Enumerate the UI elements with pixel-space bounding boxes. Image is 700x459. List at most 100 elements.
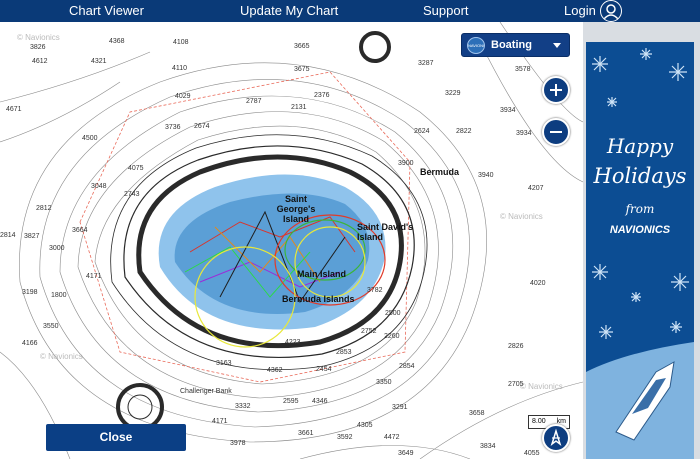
place-label-saint-davids: Saint David's Island: [357, 222, 414, 242]
sounding: 2812: [36, 205, 52, 212]
sounding: 4368: [109, 38, 125, 45]
sounding: 2822: [456, 128, 472, 135]
sounding: 4108: [173, 39, 189, 46]
sounding: 3291: [392, 404, 408, 411]
chart-mode-select[interactable]: NAVIONICS Boating: [461, 33, 570, 57]
place-label-saint-georges: Saint George's Island: [276, 194, 316, 224]
sounding: 1800: [51, 292, 67, 299]
sounding: 4166: [22, 340, 38, 347]
sounding: 3658: [469, 410, 485, 417]
sounding: 4223: [285, 339, 301, 346]
map-watermark: © Navionics: [40, 352, 83, 361]
sounding: 4500: [82, 135, 98, 142]
sounding: 4472: [384, 434, 400, 441]
sounding: 3736: [165, 124, 181, 131]
close-button[interactable]: Close: [46, 424, 186, 451]
map-watermark: © Navionics: [520, 382, 563, 391]
sounding: 3900: [398, 160, 414, 167]
map-watermark: © Navionics: [500, 212, 543, 221]
sounding: 3834: [480, 443, 496, 450]
sounding: 2131: [291, 104, 307, 111]
ad-panel: Happy Holidays from NAVIONICS: [583, 22, 700, 459]
chart-drawing: [0, 22, 583, 459]
sounding: 3675: [294, 66, 310, 73]
sounding: 4207: [528, 185, 544, 192]
place-label-main-island: Main Island: [297, 269, 347, 279]
sounding: 3000: [49, 245, 65, 252]
sounding: 4171: [86, 273, 102, 280]
sounding: 2260: [384, 333, 400, 340]
sounding: 2624: [414, 128, 430, 135]
zoom-in-button[interactable]: [542, 76, 570, 104]
sounding: 3827: [24, 233, 40, 240]
sounding: 3940: [478, 172, 494, 179]
map-watermark: © Navionics: [17, 33, 60, 42]
place-label-challenger-bank: Challenger Bank: [180, 388, 232, 395]
sounding: 3661: [298, 430, 314, 437]
sounding: 3198: [22, 289, 38, 296]
sounding: 3592: [337, 434, 353, 441]
sounding: 4171: [212, 418, 228, 425]
holiday-ad-banner[interactable]: Happy Holidays from NAVIONICS: [586, 42, 694, 459]
sounding: 4075: [128, 165, 144, 172]
zoom-out-button[interactable]: [542, 118, 570, 146]
ad-greeting-line3: from: [625, 202, 655, 216]
sounding: 4671: [6, 106, 22, 113]
sounding: 3978: [230, 440, 246, 447]
sounding: 3934: [516, 130, 532, 137]
sounding: 2454: [316, 366, 332, 373]
sounding: 4020: [530, 280, 546, 287]
sounding: 2595: [283, 398, 299, 405]
sounding: 4612: [32, 58, 48, 65]
ad-greeting-line2: Holidays: [593, 164, 687, 188]
nav-chart-viewer[interactable]: Chart Viewer: [69, 3, 144, 18]
sounding: 3048: [91, 183, 107, 190]
sounding: 4305: [357, 422, 373, 429]
sounding: 3163: [216, 360, 232, 367]
sounding: 2743: [124, 191, 140, 198]
sounding: 3826: [30, 44, 46, 51]
sounding: 3350: [376, 379, 392, 386]
sounding: 3782: [367, 287, 383, 294]
sounding: 2854: [399, 363, 415, 370]
sounding: 3332: [235, 403, 251, 410]
sounding: 2376: [314, 92, 330, 99]
sounding: 3550: [43, 323, 59, 330]
nav-update-my-chart[interactable]: Update My Chart: [240, 3, 338, 18]
sounding: 4055: [524, 450, 540, 457]
sounding: 3934: [500, 107, 516, 114]
chart-mode-label: Boating: [491, 39, 532, 51]
sounding: 3649: [398, 450, 414, 457]
chevron-down-icon: [553, 43, 561, 48]
ad-greeting-line1: Happy: [606, 134, 674, 158]
place-label-bermuda-islands: Bermuda Islands: [282, 294, 355, 304]
sounding: 4362: [267, 367, 283, 374]
sounding: 4346: [312, 398, 328, 405]
sounding: 2674: [194, 123, 210, 130]
sounding: 2787: [246, 98, 262, 105]
user-icon[interactable]: [600, 0, 622, 22]
nautical-chart-map[interactable]: © Navionics © Navionics © Navionics © Na…: [0, 22, 583, 459]
scale-value: 8.00: [532, 418, 546, 425]
location-compass-button[interactable]: [542, 424, 570, 452]
sounding: 4029: [175, 93, 191, 100]
place-label-bermuda: Bermuda: [420, 167, 460, 177]
sounding: 4321: [91, 58, 107, 65]
sounding: 2500: [385, 310, 401, 317]
sounding: 2752: [361, 328, 377, 335]
sounding: 3287: [418, 60, 434, 67]
sounding: 3229: [445, 90, 461, 97]
sounding: 3665: [294, 43, 310, 50]
sounding: 2853: [336, 349, 352, 356]
navionics-logo-icon: NAVIONICS: [467, 37, 485, 54]
snowflake-decoration-icon: [586, 48, 694, 459]
sounding: 3578: [515, 66, 531, 73]
sounding: 4110: [172, 65, 188, 72]
sounding: 2705: [508, 381, 524, 388]
compass-icon: [550, 428, 562, 446]
sounding: 2826: [508, 343, 524, 350]
sounding: 2814: [0, 232, 16, 239]
login-link[interactable]: Login: [564, 3, 596, 18]
top-nav-bar: Chart Viewer Update My Chart Support Log…: [0, 0, 700, 22]
nav-support[interactable]: Support: [423, 3, 469, 18]
